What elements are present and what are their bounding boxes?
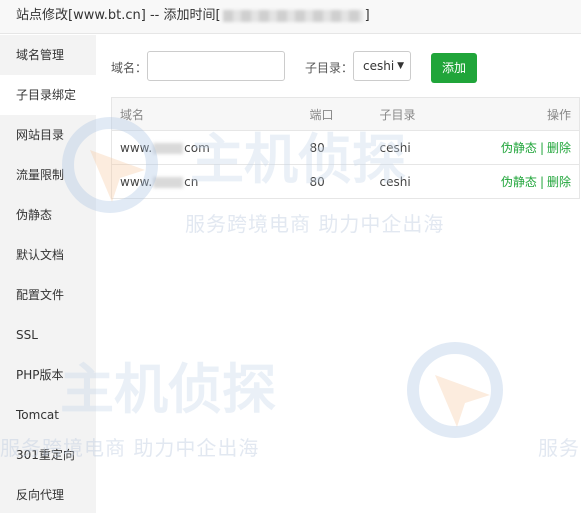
domain-input[interactable]	[147, 51, 285, 81]
cell-subdirectory: ceshi	[379, 130, 480, 165]
binding-table: 域名 端口 子目录 操作 www. com 80 ceshi 伪静态 | 删除 www…	[111, 97, 580, 199]
redacted-domain	[153, 142, 184, 154]
cell-subdirectory: ceshi	[379, 164, 480, 199]
column-header-domain: 域名	[111, 97, 310, 131]
sidebar-item-traffic-limit[interactable]: 流量限制	[0, 155, 96, 195]
sidebar: 域名管理 子目录绑定 网站目录 流量限制 伪静态 默认文档 配置文件 SSL P…	[0, 35, 96, 513]
sidebar-item-reverse-proxy[interactable]: 反向代理	[0, 475, 96, 513]
sidebar-item-subdirectory-binding[interactable]: 子目录绑定	[0, 75, 96, 115]
sidebar-item-php-version[interactable]: PHP版本	[0, 355, 96, 395]
window-title-bar: 站点修改[www.bt.cn] -- 添加时间[]	[0, 0, 581, 34]
sidebar-item-site-directory[interactable]: 网站目录	[0, 115, 96, 155]
window-title-text: 站点修改[www.bt.cn] -- 添加时间[	[16, 8, 221, 23]
operation-separator: |	[539, 175, 544, 189]
sidebar-item-tomcat[interactable]: Tomcat	[0, 395, 96, 435]
cell-domain: www. com	[111, 130, 310, 165]
column-header-port: 端口	[309, 97, 380, 131]
cell-port: 80	[309, 130, 380, 165]
operation-separator: |	[539, 141, 544, 155]
cell-domain: www. cn	[111, 164, 310, 199]
subdirectory-select[interactable]: ceshi ▼	[353, 51, 411, 81]
sidebar-item-rewrite[interactable]: 伪静态	[0, 195, 96, 235]
rewrite-link[interactable]: 伪静态	[501, 175, 537, 189]
delete-link[interactable]: 删除	[547, 141, 571, 155]
column-header-operation: 操作	[479, 97, 580, 131]
sidebar-item-301-redirect[interactable]: 301重定向	[0, 435, 96, 475]
bind-form: 域名： 子目录： ceshi ▼ 添加	[96, 51, 581, 83]
domain-label: 域名：	[111, 61, 148, 75]
main-panel: 域名： 子目录： ceshi ▼ 添加 域名 端口 子目录 操作 www. com…	[96, 35, 581, 513]
sidebar-item-config-file[interactable]: 配置文件	[0, 275, 96, 315]
subdirectory-label: 子目录：	[305, 61, 354, 75]
cell-port: 80	[309, 164, 380, 199]
column-header-subdirectory: 子目录	[379, 97, 480, 131]
cell-operations: 伪静态 | 删除	[479, 130, 580, 165]
caret-down-icon: ▼	[397, 61, 404, 71]
add-button[interactable]: 添加	[431, 53, 477, 83]
redacted-domain	[153, 176, 184, 188]
table-row: www. com 80 ceshi 伪静态 | 删除	[111, 130, 580, 165]
redacted-timestamp	[222, 9, 363, 22]
delete-link[interactable]: 删除	[547, 175, 571, 189]
subdirectory-selected-value: ceshi	[363, 59, 395, 73]
rewrite-link[interactable]: 伪静态	[501, 141, 537, 155]
window-title-suffix: ]	[364, 8, 370, 23]
sidebar-item-domain-management[interactable]: 域名管理	[0, 35, 96, 75]
table-header-row: 域名 端口 子目录 操作	[111, 97, 580, 131]
cell-operations: 伪静态 | 删除	[479, 164, 580, 199]
table-row: www. cn 80 ceshi 伪静态 | 删除	[111, 164, 580, 199]
sidebar-item-default-document[interactable]: 默认文档	[0, 235, 96, 275]
sidebar-item-ssl[interactable]: SSL	[0, 315, 96, 355]
